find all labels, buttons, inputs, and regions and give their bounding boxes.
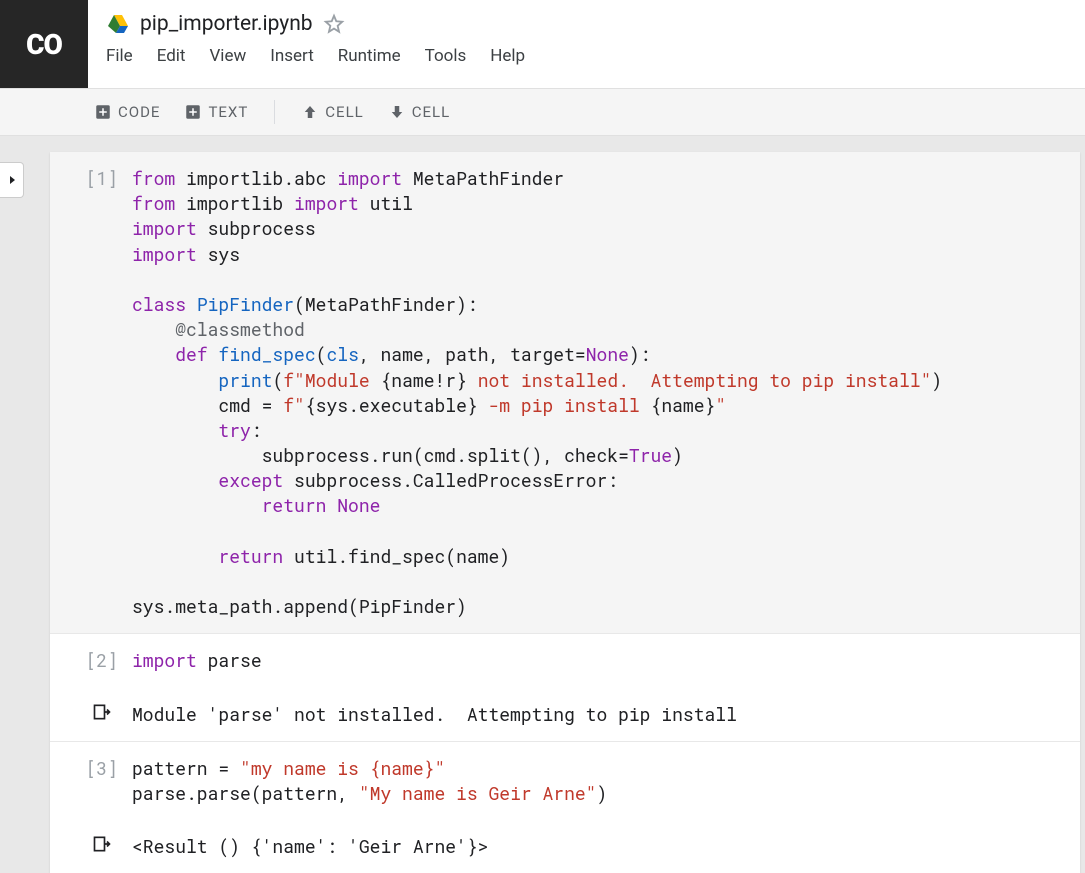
menu-file[interactable]: File xyxy=(106,46,133,66)
output-indicator[interactable] xyxy=(68,834,118,858)
header-main: pip_importer.ipynb File Edit View Insert… xyxy=(88,0,1085,88)
menu-runtime[interactable]: Runtime xyxy=(338,46,401,66)
header: CO pip_importer.ipynb File Edit View Ins… xyxy=(0,0,1085,88)
toolbar: CODE TEXT CELL CELL xyxy=(0,88,1085,136)
add-text-label: TEXT xyxy=(208,103,248,121)
menu-insert[interactable]: Insert xyxy=(270,46,314,66)
menu-tools[interactable]: Tools xyxy=(425,46,467,66)
code-cell[interactable]: [3] pattern = "my name is {name}" parse.… xyxy=(50,742,1080,820)
plus-icon xyxy=(94,103,112,121)
code-editor[interactable]: import parse xyxy=(118,648,1062,673)
add-code-label: CODE xyxy=(118,103,160,121)
arrow-up-icon xyxy=(301,103,319,121)
output-indicator[interactable] xyxy=(68,702,118,726)
sidebar-toggle[interactable] xyxy=(0,162,24,198)
move-cell-up-button[interactable]: CELL xyxy=(295,99,369,125)
logo-text: CO xyxy=(26,28,62,61)
menu-edit[interactable]: Edit xyxy=(157,46,186,66)
menu-view[interactable]: View xyxy=(209,46,246,66)
cell-prompt: [1] xyxy=(68,166,118,190)
output-icon xyxy=(92,834,112,854)
move-cell-down-button[interactable]: CELL xyxy=(382,99,456,125)
cell-output: <Result () {'name': 'Geir Arne'}> xyxy=(50,820,1080,873)
notebook: [1] from importlib.abc import MetaPathFi… xyxy=(50,152,1080,873)
cell-down-label: CELL xyxy=(412,103,450,121)
cell-output: Module 'parse' not installed. Attempting… xyxy=(50,688,1080,741)
add-code-button[interactable]: CODE xyxy=(88,99,166,125)
chevron-right-icon xyxy=(6,174,18,186)
star-icon[interactable] xyxy=(323,13,345,35)
code-editor[interactable]: from importlib.abc import MetaPathFinder… xyxy=(118,166,1062,619)
content: [1] from importlib.abc import MetaPathFi… xyxy=(0,136,1085,873)
arrow-down-icon xyxy=(388,103,406,121)
output-icon xyxy=(92,702,112,722)
plus-icon xyxy=(184,103,202,121)
code-cell[interactable]: [1] from importlib.abc import MetaPathFi… xyxy=(50,152,1080,633)
menubar: File Edit View Insert Runtime Tools Help xyxy=(106,46,1067,66)
cell-prompt: [2] xyxy=(68,648,118,672)
title-row: pip_importer.ipynb xyxy=(106,12,1067,36)
code-editor[interactable]: pattern = "my name is {name}" parse.pars… xyxy=(118,756,1062,806)
cell-prompt: [3] xyxy=(68,756,118,780)
code-cell[interactable]: [2] import parse xyxy=(50,634,1080,687)
output-text: Module 'parse' not installed. Attempting… xyxy=(118,702,1062,727)
cell-up-label: CELL xyxy=(325,103,363,121)
toolbar-separator xyxy=(274,100,275,124)
colab-logo: CO xyxy=(0,0,88,88)
drive-icon xyxy=(106,12,130,36)
document-title[interactable]: pip_importer.ipynb xyxy=(140,12,313,36)
add-text-button[interactable]: TEXT xyxy=(178,99,254,125)
menu-help[interactable]: Help xyxy=(490,46,525,66)
